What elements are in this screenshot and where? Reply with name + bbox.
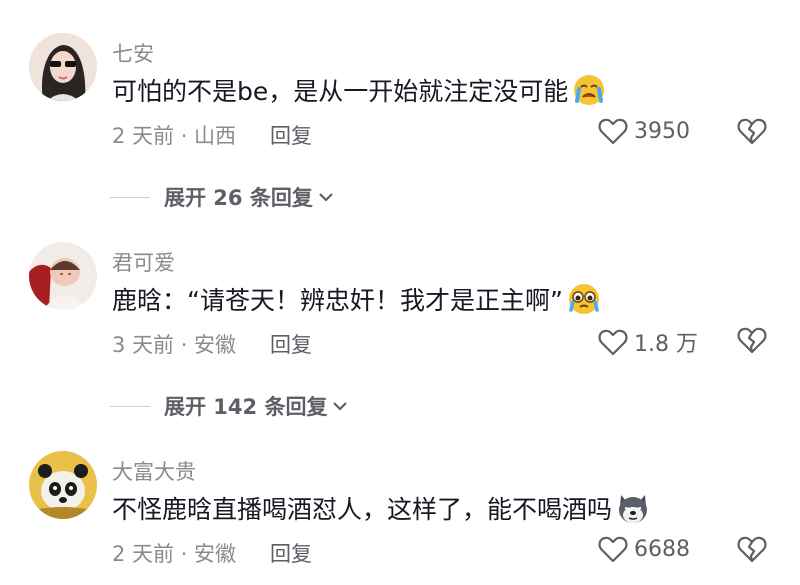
like-button[interactable]: 3950: [598, 117, 690, 145]
broken-heart-icon: [737, 327, 767, 354]
divider-line: [110, 196, 150, 198]
like-count: 3950: [634, 118, 690, 144]
avatar-image: [29, 451, 97, 519]
comment-text-body: 鹿晗：“请苍天！辨忠奸！我才是正主啊”: [112, 286, 563, 315]
divider-line: [110, 405, 150, 407]
like-button[interactable]: 1.8 万: [598, 326, 698, 358]
dislike-button[interactable]: [736, 326, 768, 358]
username[interactable]: 大富大贵: [112, 456, 196, 486]
reply-button[interactable]: 回复: [270, 120, 312, 150]
heart-icon: [598, 536, 628, 563]
comment-list: { "comments": [ { "username": "七安", "tex…: [0, 0, 800, 585]
comment-meta: 2 天前 · 山西: [112, 124, 237, 148]
avatar-image: [29, 242, 97, 310]
comment-meta: 3 天前 · 安徽: [112, 333, 237, 357]
avatar-image: [29, 33, 97, 101]
avatar[interactable]: [29, 451, 97, 519]
username[interactable]: 七安: [112, 38, 154, 68]
like-button[interactable]: 6688: [598, 535, 690, 563]
comment-text: 可怕的不是be，是从一开始就注定没可能: [112, 72, 606, 108]
avatar[interactable]: [29, 242, 97, 310]
reply-button[interactable]: 回复: [270, 538, 312, 568]
dog-face-emoji: [619, 495, 648, 523]
comment-text: 鹿晗：“请苍天！辨忠奸！我才是正主啊”: [112, 281, 601, 317]
teary-face-emoji: [568, 284, 599, 314]
chevron-down-icon: [333, 402, 348, 411]
expand-replies-label: 展开 142 条回复: [164, 395, 328, 419]
comment-text-body: 不怪鹿晗直播喝酒怼人，这样了，能不喝酒吗: [112, 495, 613, 524]
dislike-button[interactable]: [736, 117, 768, 149]
expand-replies-button[interactable]: 展开 26 条回复: [110, 182, 335, 212]
comment-text-body: 可怕的不是be，是从一开始就注定没可能: [112, 77, 569, 106]
avatar[interactable]: [29, 33, 97, 101]
dislike-button[interactable]: [736, 535, 768, 567]
comment-text: 不怪鹿晗直播喝酒怼人，这样了，能不喝酒吗: [112, 490, 650, 526]
expand-replies-button[interactable]: 展开 142 条回复: [110, 391, 349, 421]
expand-replies-label: 展开 26 条回复: [164, 186, 313, 210]
chevron-down-icon: [319, 193, 333, 202]
username[interactable]: 君可爱: [112, 247, 175, 277]
like-count: 1.8 万: [634, 332, 698, 357]
broken-heart-icon: [737, 536, 767, 563]
heart-icon: [598, 329, 628, 356]
crying-face-emoji: [574, 75, 605, 105]
like-count: 6688: [634, 536, 690, 562]
heart-icon: [598, 118, 628, 145]
reply-button[interactable]: 回复: [270, 329, 312, 359]
comment-meta: 2 天前 · 安徽: [112, 542, 237, 566]
broken-heart-icon: [737, 118, 767, 145]
